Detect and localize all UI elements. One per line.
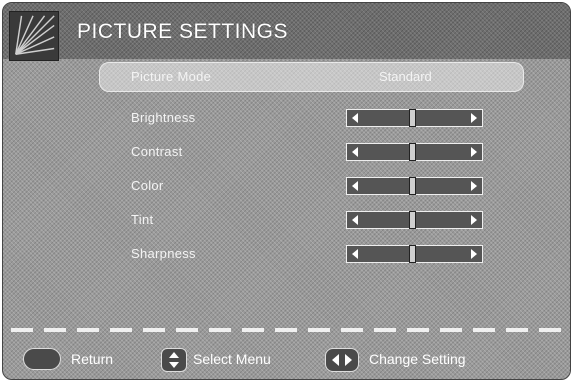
tint-slider[interactable] <box>346 211 483 229</box>
menu-button-icon <box>23 348 61 370</box>
footer-hints: Return Select Menu Change Setting <box>3 345 570 373</box>
right-arrow-icon <box>471 215 477 225</box>
setting-label: Brightness <box>131 110 196 125</box>
right-arrow-icon <box>471 113 477 123</box>
left-arrow-icon <box>352 147 358 157</box>
setting-label: Contrast <box>131 144 183 159</box>
setting-row-color[interactable]: Color <box>99 171 524 201</box>
right-arrow-icon <box>471 181 477 191</box>
setting-row-brightness[interactable]: Brightness <box>99 103 524 133</box>
sharpness-slider[interactable] <box>346 245 483 263</box>
right-arrow-icon <box>471 249 477 259</box>
tv-menu-screen: PICTURE SETTINGS Picture Mode Standard B… <box>2 2 571 380</box>
footer-divider <box>11 328 566 332</box>
slider-thumb[interactable] <box>409 143 417 161</box>
picture-mode-value: Standard <box>379 69 432 84</box>
setting-row-tint[interactable]: Tint <box>99 205 524 235</box>
return-label: Return <box>71 351 114 367</box>
setting-label: Color <box>131 178 164 193</box>
left-arrow-icon <box>352 181 358 191</box>
setting-row-contrast[interactable]: Contrast <box>99 137 524 167</box>
slider-thumb[interactable] <box>409 109 417 127</box>
setting-row-sharpness[interactable]: Sharpness <box>99 239 524 269</box>
brightness-slider[interactable] <box>346 109 483 127</box>
setting-label: Picture Mode <box>131 69 212 84</box>
slider-thumb[interactable] <box>409 177 417 195</box>
contrast-slider[interactable] <box>346 143 483 161</box>
change-setting-label: Change Setting <box>369 351 466 367</box>
picture-settings-icon <box>9 11 59 61</box>
color-slider[interactable] <box>346 177 483 195</box>
select-menu-label: Select Menu <box>193 351 271 367</box>
slider-thumb[interactable] <box>409 211 417 229</box>
left-right-arrows-icon <box>325 348 359 372</box>
setting-row-picture-mode[interactable]: Picture Mode Standard <box>99 62 524 92</box>
left-arrow-icon <box>352 215 358 225</box>
menu-header: PICTURE SETTINGS <box>3 3 570 61</box>
setting-label: Tint <box>131 212 154 227</box>
left-arrow-icon <box>352 113 358 123</box>
up-down-arrows-icon <box>161 348 187 372</box>
left-arrow-icon <box>352 249 358 259</box>
page-title: PICTURE SETTINGS <box>77 20 289 43</box>
setting-label: Sharpness <box>131 246 196 261</box>
slider-thumb[interactable] <box>409 245 417 263</box>
right-arrow-icon <box>471 147 477 157</box>
